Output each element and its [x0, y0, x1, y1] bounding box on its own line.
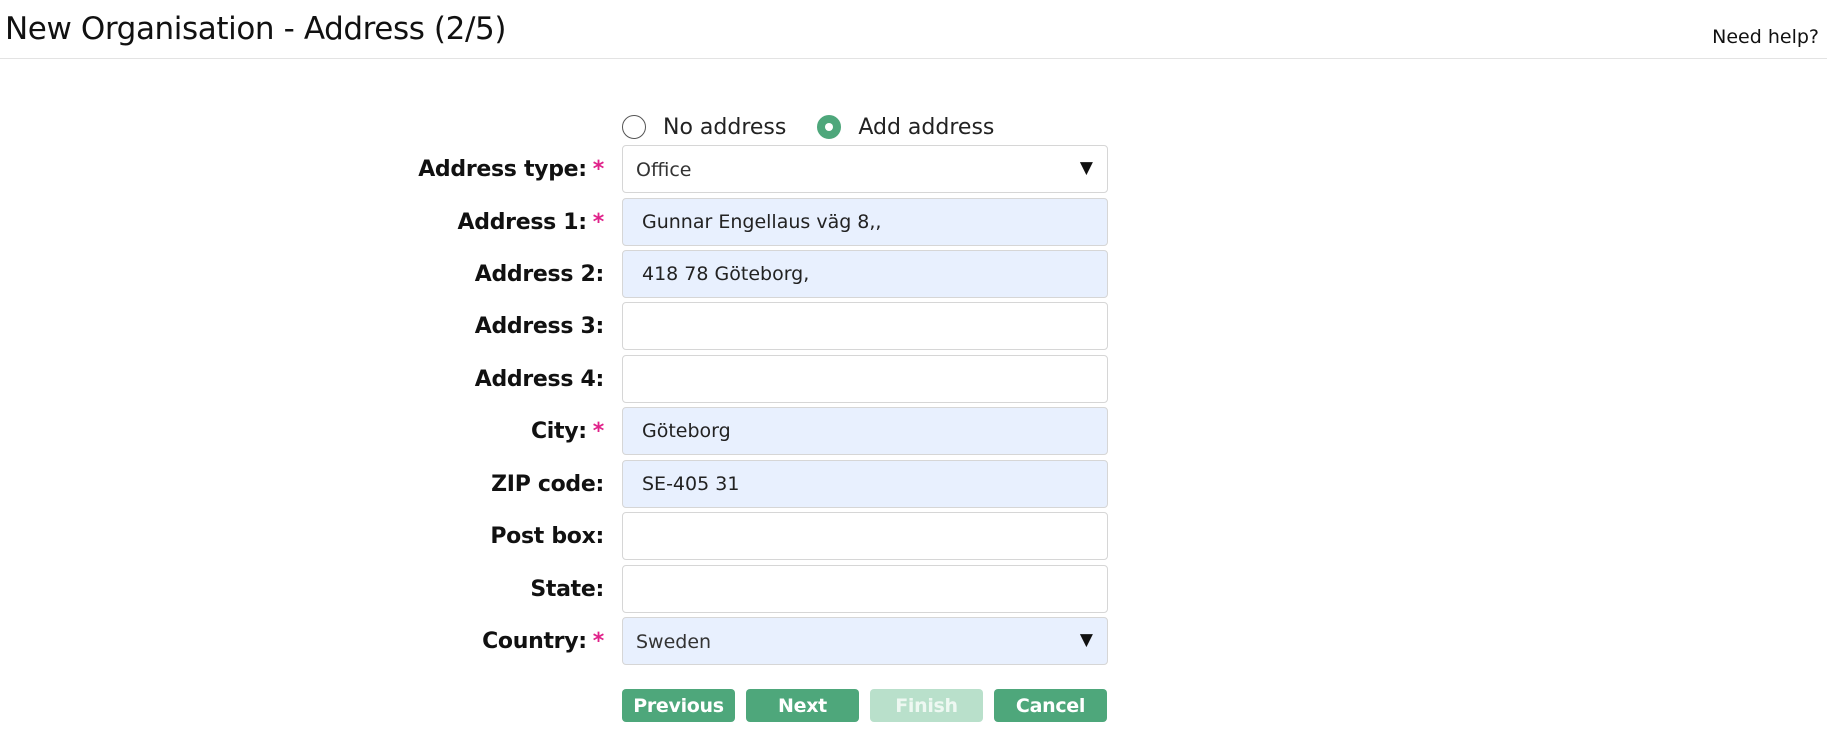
required-mark: *: [592, 210, 605, 235]
state-input[interactable]: [622, 565, 1108, 613]
dropdown-arrow-icon: ▼: [1079, 630, 1093, 650]
address-type-value: Office: [636, 159, 692, 181]
add-address-label: Add address: [858, 114, 995, 140]
address1-label: Address 1: *: [457, 210, 605, 235]
city-label: City: *: [530, 419, 605, 444]
cancel-button[interactable]: Cancel: [994, 689, 1107, 722]
country-row: Country: * Sweden ▼: [0, 617, 1108, 665]
address-type-select[interactable]: Office ▼: [622, 145, 1108, 193]
wizard-buttons: Previous Next Finish Cancel: [622, 689, 1118, 722]
zip-row: ZIP code:: [0, 460, 1108, 508]
address4-input[interactable]: [622, 355, 1108, 403]
address4-row: Address 4:: [0, 355, 1108, 403]
state-row: State:: [0, 565, 1108, 613]
add-address-option[interactable]: Add address: [817, 115, 994, 140]
required-mark: *: [592, 629, 605, 654]
next-button[interactable]: Next: [746, 689, 859, 722]
address-choice-group: No address Add address: [622, 113, 1025, 141]
state-label: State:: [530, 577, 604, 602]
address3-input[interactable]: [622, 302, 1108, 350]
need-help-link[interactable]: Need help?: [1712, 26, 1819, 48]
address3-label: Address 3:: [474, 314, 605, 339]
page-header: New Organisation - Address (2/5) Need he…: [0, 0, 1827, 59]
no-address-option[interactable]: No address: [622, 115, 786, 140]
country-select[interactable]: Sweden ▼: [622, 617, 1108, 665]
address2-label: Address 2:: [474, 262, 605, 287]
dropdown-arrow-icon: ▼: [1079, 158, 1093, 178]
address-type-row: Address type: * Office ▼: [0, 145, 1108, 193]
no-address-radio[interactable]: [622, 115, 646, 139]
country-label: Country: *: [482, 629, 604, 654]
country-value: Sweden: [636, 631, 712, 653]
add-address-radio[interactable]: [817, 115, 842, 139]
post-box-row: Post box:: [0, 512, 1108, 560]
page-title: New Organisation - Address (2/5): [5, 11, 507, 47]
city-row: City: *: [0, 407, 1108, 455]
zip-label: ZIP code:: [491, 472, 604, 497]
previous-button[interactable]: Previous: [622, 689, 735, 722]
post-box-label: Post box:: [490, 524, 604, 549]
no-address-label: No address: [663, 114, 787, 140]
address2-input[interactable]: [622, 250, 1108, 298]
city-input[interactable]: [622, 407, 1108, 455]
required-mark: *: [592, 157, 605, 182]
post-box-input[interactable]: [622, 512, 1108, 560]
required-mark: *: [592, 419, 605, 444]
address2-row: Address 2:: [0, 250, 1108, 298]
address4-label: Address 4:: [474, 367, 605, 392]
address-type-label: Address type: *: [418, 157, 604, 182]
address1-input[interactable]: [622, 198, 1108, 246]
zip-input[interactable]: [622, 460, 1108, 508]
finish-button: Finish: [870, 689, 983, 722]
address3-row: Address 3:: [0, 302, 1108, 350]
address1-row: Address 1: *: [0, 198, 1108, 246]
